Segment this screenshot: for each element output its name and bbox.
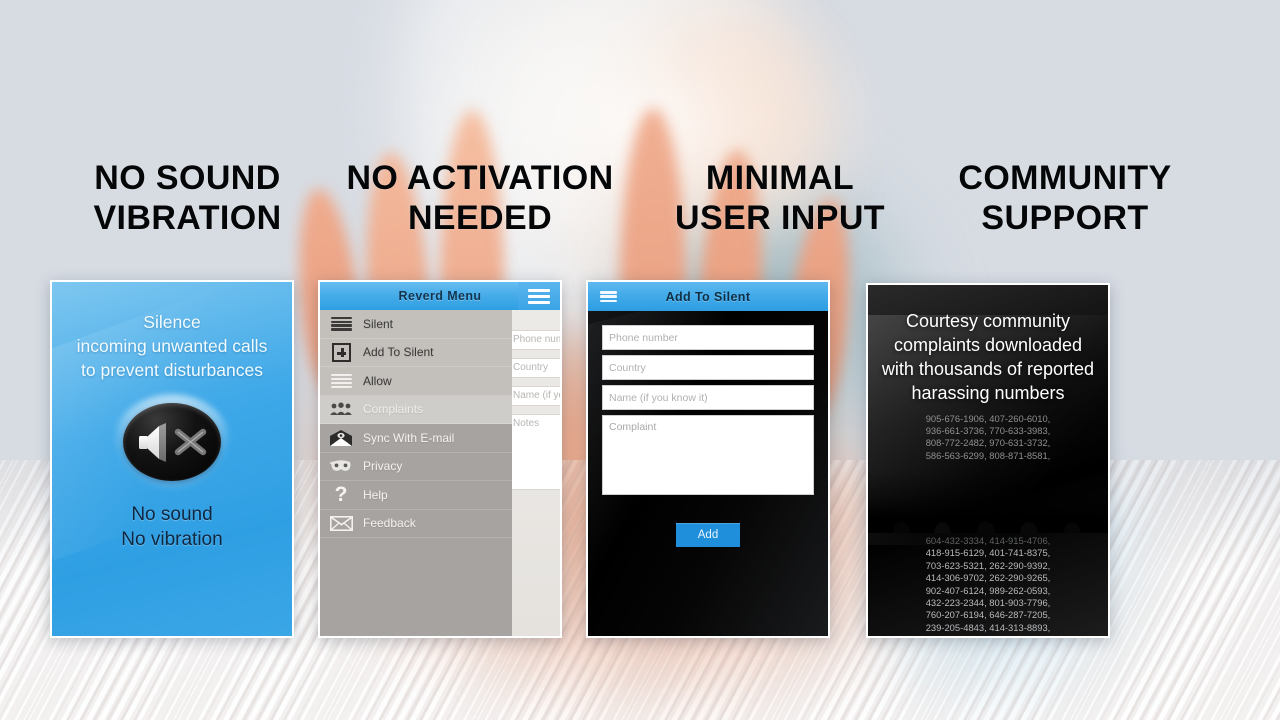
crowd-silhouette <box>868 471 1108 533</box>
complaint-textarea[interactable]: Complaint <box>602 415 814 495</box>
panel2-empty-area <box>320 538 512 636</box>
number-row: 936-661-3736, 770-633-3983, <box>925 425 1051 437</box>
menu-item-label: Allow <box>363 373 392 388</box>
panel4-headline-line-1: Courtesy community <box>905 311 1071 331</box>
panel3-title: Add To Silent <box>665 289 751 304</box>
mute-speaker-icon <box>113 394 231 490</box>
headline-no-sound-vibration: NO SOUND VIBRATION <box>55 158 320 238</box>
menu-item-label: Complaints <box>363 402 424 417</box>
mask-glyph <box>329 460 351 471</box>
panel1-headline: Silence incoming unwanted calls to preve… <box>52 282 292 382</box>
plus-box-icon <box>329 342 353 362</box>
number-row: 902-407-6124, 989-262-0593, <box>925 584 1051 596</box>
menu-item-feedback[interactable]: Feedback <box>320 509 512 538</box>
screenshot-panel-community[interactable]: Courtesy community complaints downloaded… <box>866 283 1110 638</box>
country-input[interactable]: Country <box>602 355 814 380</box>
panel3-submit-row: Add <box>602 523 814 547</box>
menu-item-label: Silent <box>363 316 394 331</box>
panel2-title: Reverd Menu <box>398 289 482 303</box>
number-row: 432-223-2344, 801-903-7796, <box>925 597 1051 609</box>
number-row: 418-915-6129, 401-741-8375, <box>925 547 1051 559</box>
menu-item-add-to-silent[interactable]: Add To Silent <box>320 338 512 367</box>
name-input[interactable]: Name (if you know it) <box>602 385 814 410</box>
number-row: 239-205-4843, 414-313-8893, <box>925 621 1051 633</box>
question-mark-icon: ? <box>334 483 348 507</box>
headline-line-1: NO ACTIVATION <box>346 159 614 197</box>
open-envelope-glyph <box>330 429 352 446</box>
number-row: 703-623-5321, 262-290-9392, <box>925 559 1051 571</box>
menu-item-label: Feedback <box>363 516 416 531</box>
menu-item-silent[interactable]: Silent <box>320 310 512 339</box>
panel1-footer-line-2: No vibration <box>121 529 223 550</box>
screenshot-panel-menu[interactable]: Phone number Country Name (if you know i… <box>318 280 562 638</box>
headline-line-1: NO SOUND <box>94 159 281 197</box>
menu-item-allow[interactable]: Allow <box>320 367 512 396</box>
people-group-glyph <box>330 402 352 416</box>
panel4-headline-line-2: complaints downloaded <box>893 335 1083 355</box>
number-row: 760-207-6194, 646-287-7205, <box>925 609 1051 621</box>
envelope-glyph <box>329 515 353 531</box>
panel1-footer-line-1: No sound <box>131 504 213 525</box>
peek-field-name: Name (if you know it) <box>508 386 560 406</box>
menu-item-privacy[interactable]: Privacy <box>320 452 512 481</box>
headline-no-activation-needed: NO ACTIVATION NEEDED <box>335 158 625 238</box>
menu-item-complaints[interactable]: Complaints <box>320 395 512 424</box>
peek-field-phone: Phone number <box>508 330 560 350</box>
feature-headline-row: NO SOUND VIBRATION NO ACTIVATION NEEDED … <box>0 158 1280 238</box>
panel1-headline-line-3: to prevent disturbances <box>81 360 263 380</box>
number-row: 586-563-6299, 808-871-8581, <box>925 449 1051 461</box>
panel2-header-bar: Reverd Menu <box>320 282 560 310</box>
speaker-mute-glyph <box>139 423 207 462</box>
menu-item-label: Add To Silent <box>363 345 434 360</box>
headline-line-1: COMMUNITY <box>958 159 1172 197</box>
panel4-numbers-list: 604-432-3334, 414-915-4706, 418-915-6129… <box>868 535 1108 636</box>
menu-item-label: Sync With E-mail <box>363 430 455 445</box>
menu-item-sync-with-email[interactable]: Sync With E-mail <box>320 424 512 453</box>
panel1-footer: No sound No vibration <box>52 502 292 552</box>
people-group-icon <box>329 399 353 419</box>
panel4-headline: Courtesy community complaints downloaded… <box>868 285 1108 405</box>
headline-line-2: VIBRATION <box>93 199 282 237</box>
headline-line-1: MINIMAL <box>705 159 855 197</box>
add-button[interactable]: Add <box>675 523 741 547</box>
peek-field-country: Country <box>508 358 560 378</box>
headline-line-2: USER INPUT <box>675 199 885 237</box>
hamburger-menu-icon[interactable] <box>600 291 617 302</box>
number-row: 414-306-9702, 262-290-9265, <box>925 572 1051 584</box>
panel2-menu-list: Silent Add To Silent Allow Complaints Sy… <box>320 310 512 538</box>
panel4-headline-line-3: with thousands of reported <box>881 359 1095 379</box>
lines-icon <box>329 371 353 391</box>
panel1-headline-line-2: incoming unwanted calls <box>76 336 268 356</box>
envelope-icon <box>329 513 353 533</box>
icon-disc <box>123 403 221 481</box>
hamburger-glyph <box>528 288 550 304</box>
phone-number-input[interactable]: Phone number <box>602 325 814 350</box>
lines-icon <box>329 314 353 334</box>
number-row: 503-205-1469, 604-589-9763, <box>868 634 1108 636</box>
menu-item-help[interactable]: ? Help <box>320 481 512 510</box>
headline-line-2: SUPPORT <box>981 199 1149 237</box>
open-envelope-icon <box>329 428 353 448</box>
menu-item-label: Privacy <box>363 459 403 474</box>
number-row: 905-676-1906, 407-260-6010, <box>925 413 1051 424</box>
hamburger-menu-icon[interactable] <box>518 282 560 310</box>
headline-minimal-user-input: MINIMAL USER INPUT <box>655 158 905 238</box>
headline-community-support: COMMUNITY SUPPORT <box>935 158 1195 238</box>
headline-line-2: NEEDED <box>407 199 553 237</box>
number-row: 604-432-3334, 414-915-4706, <box>925 535 1051 546</box>
panel4-numbers-top: 905-676-1906, 407-260-6010, 936-661-3736… <box>868 413 1108 462</box>
panel3-form: Phone number Country Name (if you know i… <box>588 311 828 636</box>
panel4-headline-line-4: harassing numbers <box>911 383 1065 403</box>
mask-icon <box>329 456 353 476</box>
menu-item-label: Help <box>363 487 388 502</box>
panel1-headline-line-1: Silence <box>143 312 201 332</box>
number-row: 808-772-2482, 970-631-3732, <box>925 437 1051 449</box>
hamburger-glyph <box>600 291 617 302</box>
peek-field-notes: Notes <box>508 414 560 490</box>
screenshot-panel-add-to-silent[interactable]: Add To Silent Phone number Country Name … <box>586 280 830 638</box>
screenshot-panel-silence[interactable]: Silence incoming unwanted calls to preve… <box>50 280 294 638</box>
panel3-header-bar: Add To Silent <box>588 282 828 311</box>
